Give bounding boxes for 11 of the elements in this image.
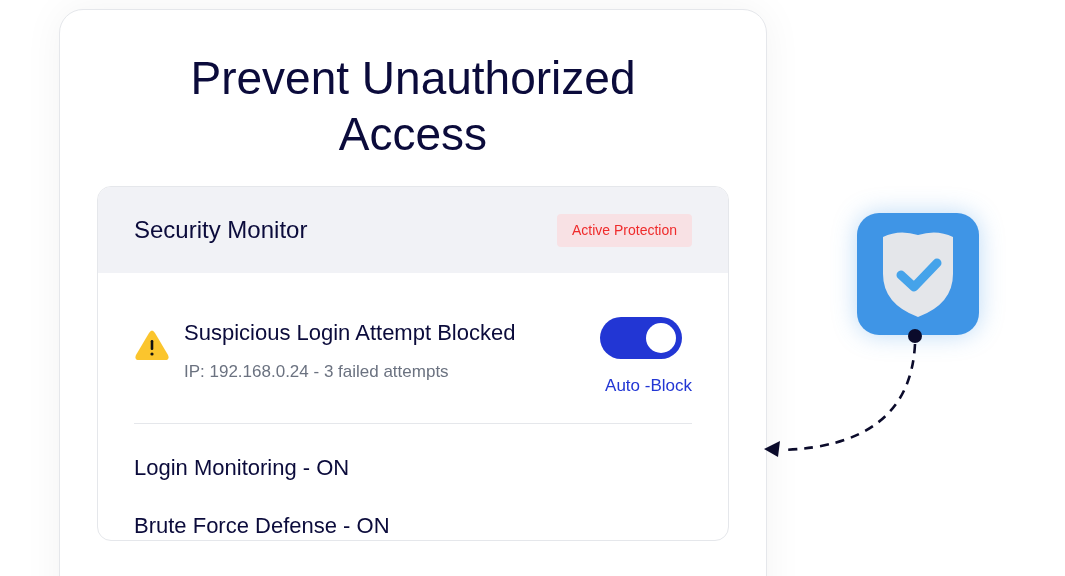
toggle-label: Auto -Block bbox=[605, 375, 692, 397]
status-line: Login Monitoring - ON bbox=[134, 453, 351, 482]
status-badge: Active Protection bbox=[556, 213, 692, 247]
card-title: Prevent Unauthorized Access bbox=[189, 51, 637, 162]
shield-check-icon bbox=[857, 213, 979, 335]
warning-icon bbox=[134, 329, 170, 361]
status-line: Brute Force Defense - ON bbox=[134, 511, 391, 540]
alert-detail: IP: 192.168.0.24 - 3 failed attempts bbox=[184, 361, 450, 383]
alert-title: Suspicious Login Attempt Blocked bbox=[184, 319, 516, 347]
auto-block-toggle[interactable] bbox=[600, 317, 682, 359]
panel-title: Security Monitor bbox=[134, 215, 308, 245]
